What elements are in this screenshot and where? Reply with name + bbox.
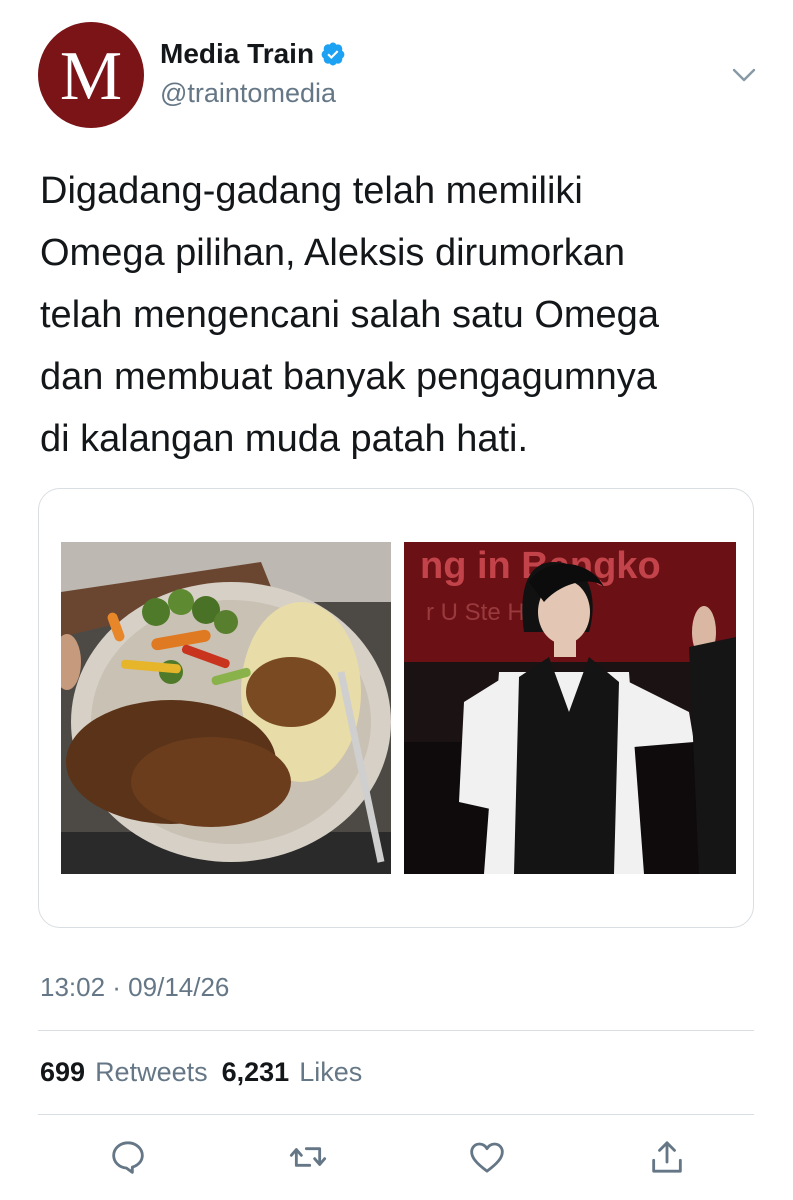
tweet-text: Digadang-gadang telah memiliki Omega pil… <box>40 170 659 460</box>
like-button[interactable] <box>465 1135 509 1179</box>
retweets-count[interactable]: 699 <box>40 1057 85 1088</box>
divider <box>38 1114 754 1115</box>
chevron-down-icon[interactable] <box>730 64 758 86</box>
avatar-letter: M <box>59 38 123 115</box>
media-card: ng in Bangko r U Ste Heart <box>38 488 754 928</box>
author-handle[interactable]: @traintomedia <box>160 78 336 109</box>
heart-icon <box>470 1142 504 1173</box>
divider <box>38 1030 754 1031</box>
tweet-timestamp[interactable]: 13:02 · 09/14/26 <box>40 972 229 1003</box>
reply-button[interactable] <box>106 1135 150 1179</box>
photo-person[interactable]: ng in Bangko r U Ste Heart <box>404 542 736 874</box>
avatar[interactable]: M <box>38 22 144 128</box>
reply-icon <box>112 1141 144 1174</box>
person-photo-image: ng in Bangko r U Ste Heart <box>404 542 736 874</box>
author-name-row: Media Train <box>160 38 346 70</box>
verified-badge-icon <box>321 42 345 66</box>
retweet-button[interactable] <box>286 1135 330 1179</box>
share-icon <box>652 1141 682 1173</box>
photo-food[interactable] <box>61 542 391 874</box>
retweet-icon <box>289 1147 327 1167</box>
likes-count[interactable]: 6,231 <box>222 1057 290 1088</box>
likes-label[interactable]: Likes <box>299 1057 362 1088</box>
share-button[interactable] <box>645 1135 689 1179</box>
display-name[interactable]: Media Train <box>160 38 314 70</box>
food-photo-image <box>61 542 391 874</box>
retweets-label[interactable]: Retweets <box>95 1057 208 1088</box>
engagement-stats: 699 Retweets 6,231 Likes <box>40 1057 376 1088</box>
action-bar <box>0 1135 793 1185</box>
